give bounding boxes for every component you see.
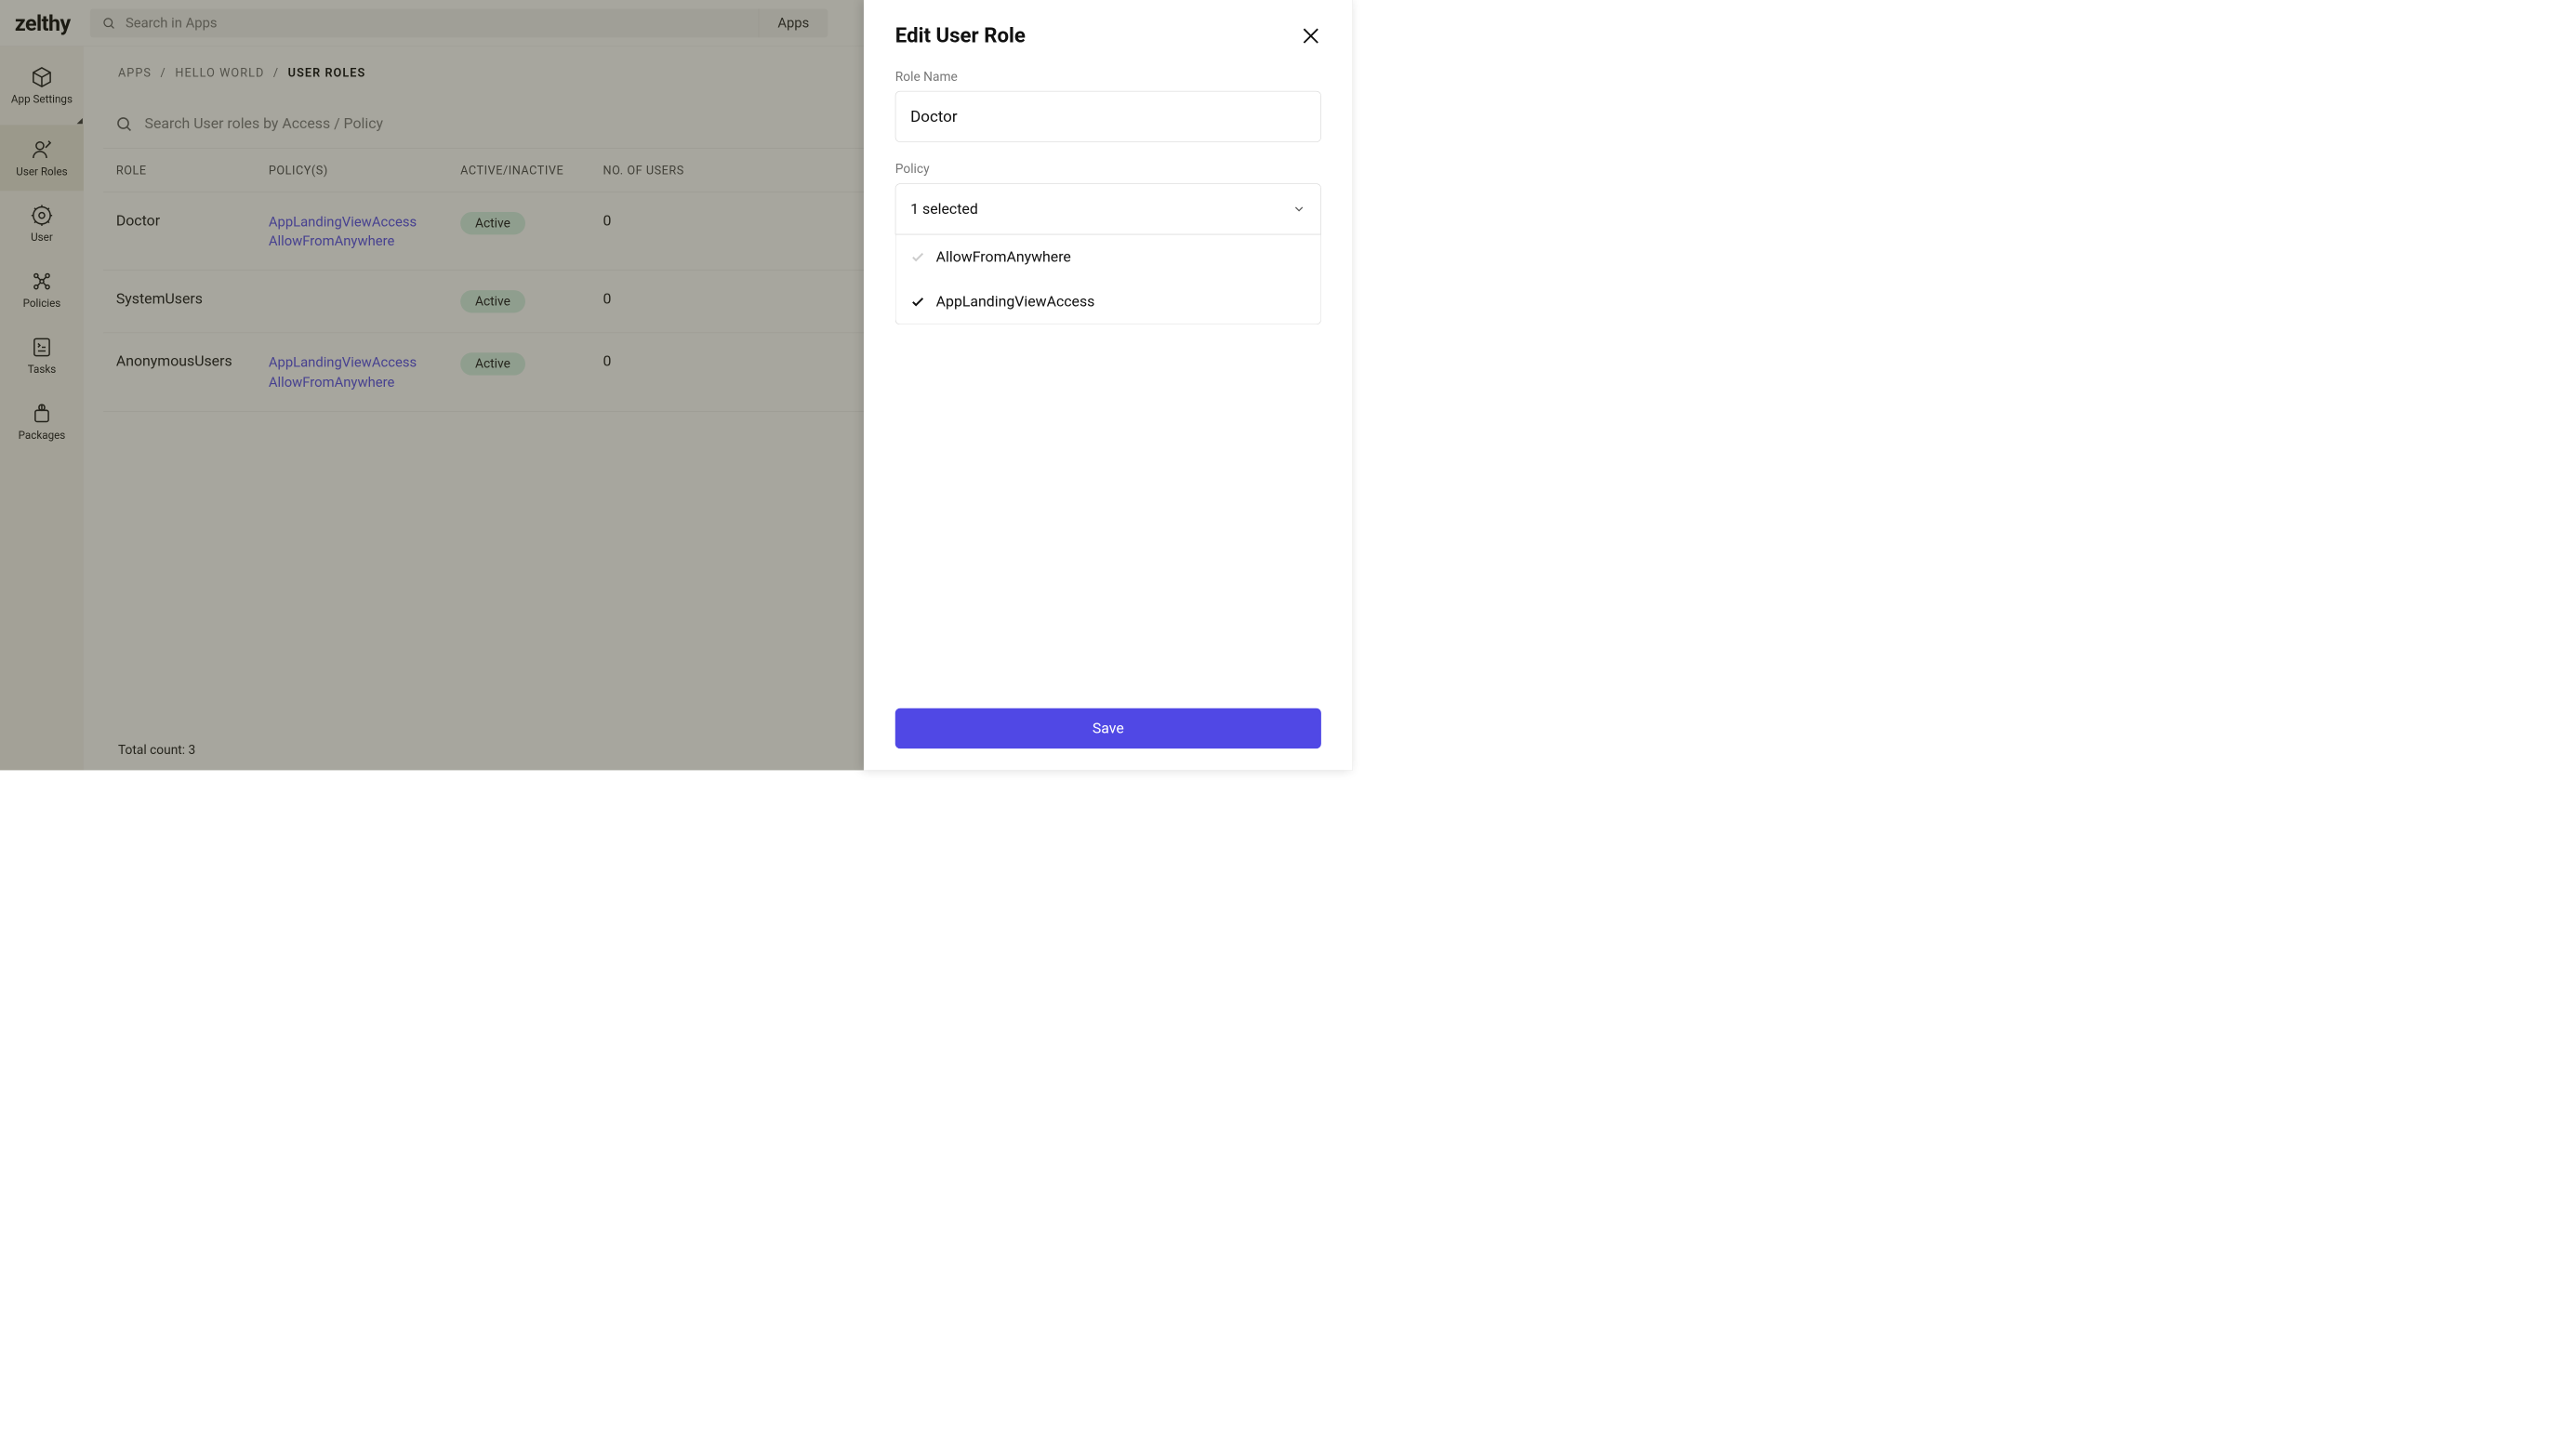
user-count: 0: [603, 212, 612, 230]
sidebar-item-policies[interactable]: Policies: [0, 257, 84, 323]
role-name-label: Role Name: [895, 70, 1321, 85]
user-role-icon: [31, 138, 53, 160]
policies-icon: [31, 270, 53, 292]
sidebar-item-packages[interactable]: Packages: [0, 389, 84, 455]
breadcrumb-apps[interactable]: APPS: [118, 66, 152, 80]
policy-dropdown: AllowFromAnywhere AppLandingViewAccess: [895, 234, 1321, 324]
role-name-input[interactable]: [895, 91, 1321, 142]
check-icon: [910, 249, 925, 264]
role-name: AnonymousUsers: [116, 352, 232, 370]
policy-label: Policy: [895, 162, 1321, 177]
tasks-icon: [31, 336, 53, 358]
sidebar-item-label: Policies: [23, 298, 61, 310]
th-role: ROLE: [116, 164, 269, 178]
breadcrumb-sep: /: [273, 66, 279, 80]
global-search-input[interactable]: [126, 15, 747, 31]
sidebar-item-app-settings[interactable]: App Settings: [0, 46, 84, 126]
drawer-title: Edit User Role: [895, 23, 1026, 47]
sidebar-item-label: Tasks: [28, 364, 57, 376]
sidebar-item-label: App Settings: [11, 93, 73, 105]
role-name: SystemUsers: [116, 290, 203, 308]
brand-logo: zelthy: [15, 10, 71, 36]
sidebar-item-label: Packages: [19, 430, 66, 442]
sidebar: App Settings User Roles User Policies Ta…: [0, 46, 84, 771]
cube-icon: [31, 66, 53, 88]
save-button[interactable]: Save: [895, 708, 1321, 748]
policy-option[interactable]: AllowFromAnywhere: [895, 234, 1320, 279]
th-status: ACTIVE/INACTIVE: [460, 164, 603, 178]
policy-link[interactable]: AllowFromAnywhere: [269, 372, 460, 391]
policy-link[interactable]: AppLandingViewAccess: [269, 212, 460, 232]
status-badge: Active: [460, 212, 525, 234]
policy-link[interactable]: AppLandingViewAccess: [269, 352, 460, 372]
chevron-down-icon: [1292, 202, 1306, 216]
role-name: Doctor: [116, 212, 160, 230]
user-count: 0: [603, 290, 612, 308]
th-policy: POLICY(S): [269, 164, 460, 178]
global-search: Apps: [90, 8, 828, 37]
search-icon: [115, 115, 133, 133]
breadcrumb-current: USER ROLES: [288, 66, 366, 80]
breadcrumb-app-name[interactable]: HELLO WORLD: [175, 66, 264, 80]
user-count: 0: [603, 352, 612, 370]
policy-option-label: AllowFromAnywhere: [936, 248, 1071, 266]
check-icon: [910, 295, 925, 310]
user-gear-icon: [31, 204, 53, 226]
sidebar-item-user[interactable]: User: [0, 191, 84, 257]
status-badge: Active: [460, 290, 525, 312]
search-icon: [102, 16, 116, 30]
packages-icon: [31, 402, 53, 424]
apps-dropdown[interactable]: Apps: [759, 8, 828, 37]
sidebar-item-label: User Roles: [16, 165, 67, 178]
breadcrumb-sep: /: [161, 66, 166, 80]
sidebar-item-user-roles[interactable]: User Roles: [0, 125, 84, 191]
policy-option-label: AppLandingViewAccess: [936, 293, 1095, 311]
policy-select[interactable]: 1 selected: [895, 183, 1321, 234]
status-badge: Active: [460, 352, 525, 375]
sidebar-item-label: User: [31, 232, 53, 244]
policy-link[interactable]: AllowFromAnywhere: [269, 232, 460, 251]
policy-option[interactable]: AppLandingViewAccess: [895, 279, 1320, 324]
edit-role-drawer: Edit User Role Role Name Policy 1 select…: [864, 0, 1353, 770]
close-icon[interactable]: [1301, 25, 1321, 46]
sidebar-item-tasks[interactable]: Tasks: [0, 323, 84, 389]
policy-select-value: 1 selected: [910, 201, 978, 218]
